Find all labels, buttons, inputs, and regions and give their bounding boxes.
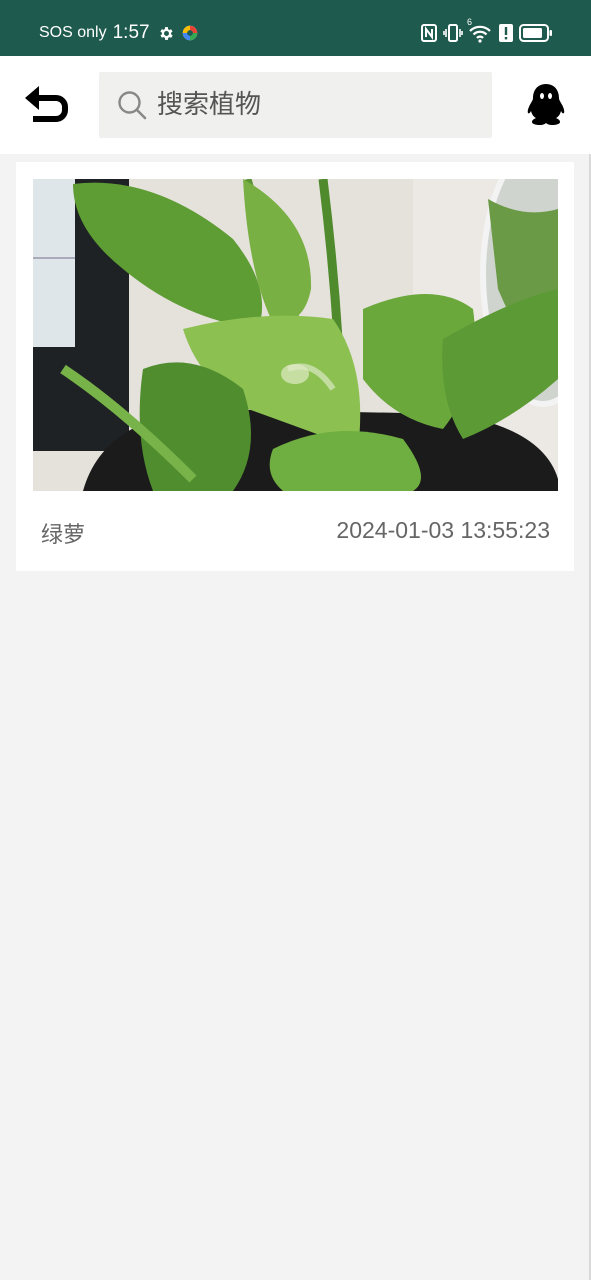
gear-icon — [159, 26, 173, 40]
app-notification-icon — [182, 25, 197, 41]
top-app-bar — [0, 56, 591, 154]
alert-icon — [499, 24, 513, 42]
nfc-icon — [421, 24, 437, 42]
search-input[interactable] — [157, 90, 477, 120]
search-icon — [118, 91, 147, 120]
status-bar-left: SOS only 1:57 — [39, 20, 205, 46]
plant-record-card[interactable]: 绿萝 2024-01-03 13:55:23 — [16, 162, 574, 571]
wifi-icon — [469, 25, 491, 43]
vibrate-icon — [443, 24, 463, 42]
wifi-indicator: 6 — [467, 17, 493, 43]
plant-name: 绿萝 — [41, 523, 86, 548]
carrier-label: SOS only — [39, 24, 107, 41]
record-timestamp: 2024-01-03 13:55:23 — [336, 517, 550, 543]
back-button[interactable] — [22, 82, 70, 128]
network-type-label: 6 — [467, 17, 473, 27]
profile-button[interactable] — [522, 80, 570, 130]
status-bar-right: 6 — [421, 17, 553, 44]
search-bar[interactable] — [99, 72, 492, 138]
qq-penguin-icon — [527, 84, 565, 125]
plant-photo-illustration — [33, 179, 558, 491]
status-bar: SOS only 1:57 6 — [0, 0, 591, 56]
return-arrow-icon — [25, 86, 68, 122]
plant-photo — [33, 179, 558, 491]
clock: 1:57 — [112, 22, 150, 43]
battery-icon — [519, 24, 552, 42]
